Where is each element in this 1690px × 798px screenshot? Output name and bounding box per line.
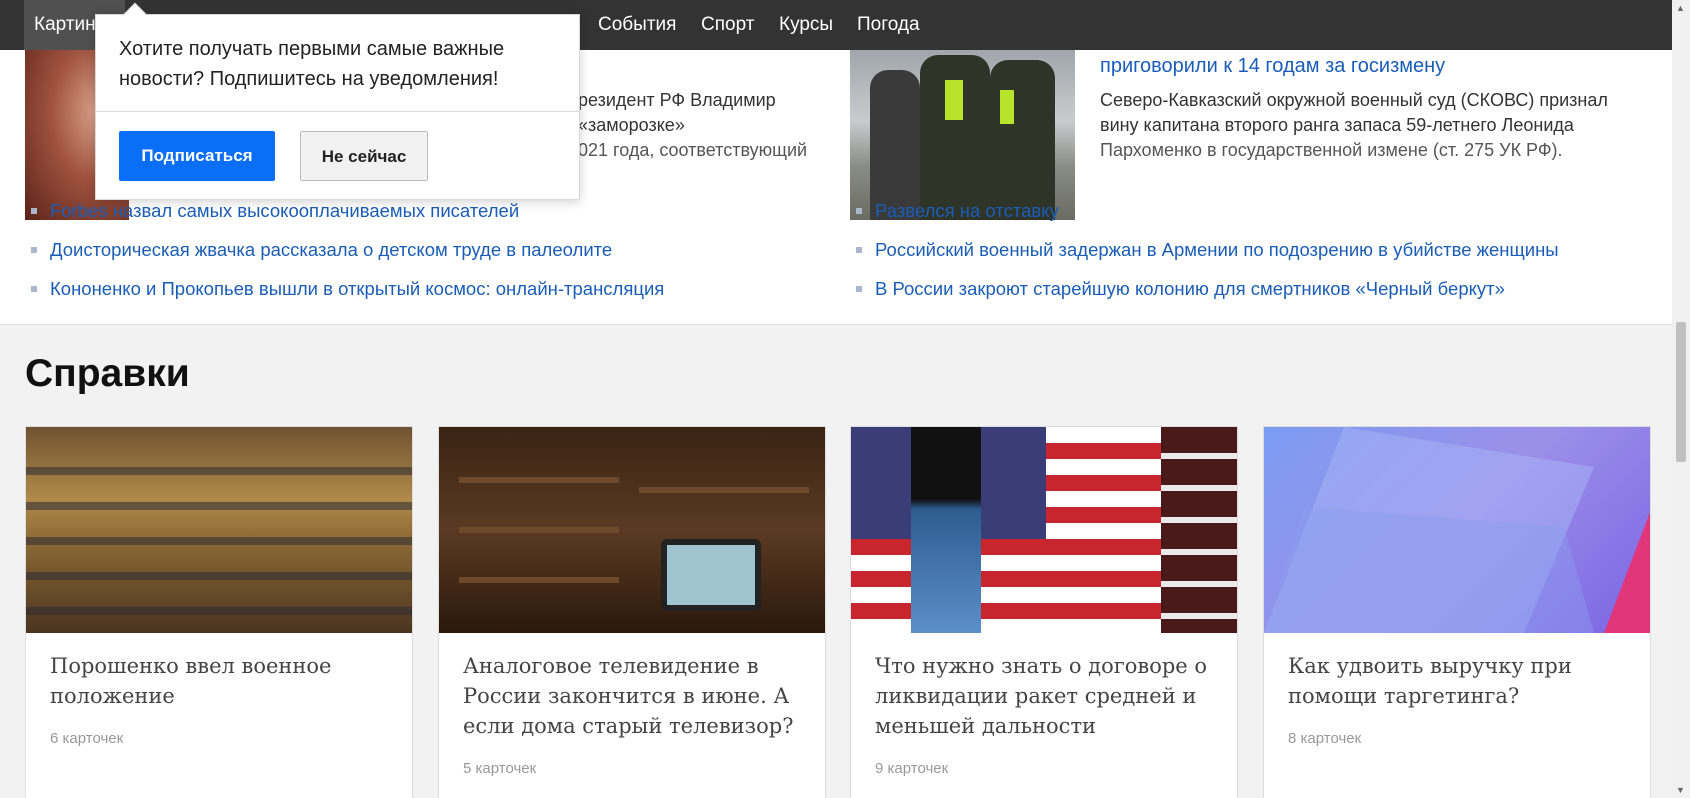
card-title: Как удвоить выручку при помощи таргетинг… xyxy=(1288,654,1572,708)
notification-popup: Хотите получать первыми самые важные нов… xyxy=(95,2,580,200)
reference-card[interactable]: Что нужно знать о договоре о ликвидации … xyxy=(850,426,1238,798)
left-news-list: Forbes назвал самых высокооплачиваемых п… xyxy=(25,191,664,308)
card-image xyxy=(439,427,825,633)
popup-divider xyxy=(96,111,579,112)
scrollbar-thumb[interactable] xyxy=(1676,322,1686,462)
right-lead-title[interactable]: приговорили к 14 годам за госизмену xyxy=(1100,52,1445,80)
card-count: 6 карточек xyxy=(50,730,124,747)
right-lead-text-line1: Северо-Кавказский окружной военный суд (… xyxy=(1100,90,1608,110)
right-lead-text-line2: вину капитана второго ранга запаса 59-ле… xyxy=(1100,115,1574,135)
news-link[interactable]: Доисторическая жвачка рассказала о детск… xyxy=(25,230,664,269)
nav-item-sport[interactable]: Спорт xyxy=(691,0,764,50)
nav-item-weather[interactable]: Погода xyxy=(847,0,930,50)
news-link[interactable]: В России закроют старейшую колонию для с… xyxy=(850,269,1559,308)
card-image xyxy=(26,427,412,633)
nav-item-events[interactable]: События xyxy=(588,0,686,50)
right-news-list: Развелся на отставку Российский военный … xyxy=(850,191,1559,308)
news-link[interactable]: Российский военный задержан в Армении по… xyxy=(850,230,1559,269)
nav-item-rates[interactable]: Курсы xyxy=(769,0,843,50)
not-now-button[interactable]: Не сейчас xyxy=(300,131,428,181)
page-scrollbar[interactable]: ▲ ▼ xyxy=(1672,0,1690,798)
scroll-up-icon[interactable]: ▲ xyxy=(1676,3,1685,13)
card-title: Что нужно знать о договоре о ликвидации … xyxy=(875,654,1208,738)
left-lead-text-line2: «заморозке» xyxy=(578,115,685,135)
card-count: 8 карточек xyxy=(1288,730,1362,747)
reference-card[interactable]: Аналоговое телевидение в России закончит… xyxy=(438,426,826,798)
news-link[interactable]: Развелся на отставку xyxy=(850,191,1559,230)
card-image xyxy=(851,427,1237,633)
card-image xyxy=(1264,427,1650,633)
popup-message: Хотите получать первыми самые важные нов… xyxy=(119,38,505,90)
scroll-down-icon[interactable]: ▼ xyxy=(1676,785,1685,795)
card-title: Аналоговое телевидение в России закончит… xyxy=(463,654,794,738)
card-title: Порошенко ввел военное положение xyxy=(50,654,332,708)
card-count: 5 карточек xyxy=(463,760,537,777)
section-title: Справки xyxy=(25,352,190,395)
card-count: 9 карточек xyxy=(875,760,949,777)
reference-card[interactable]: Как удвоить выручку при помощи таргетинг… xyxy=(1263,426,1651,798)
reference-card[interactable]: Порошенко ввел военное положение 6 карто… xyxy=(25,426,413,798)
subscribe-button[interactable]: Подписаться xyxy=(119,131,275,181)
news-link[interactable]: Кононенко и Прокопьев вышли в открытый к… xyxy=(25,269,664,308)
right-lead-text-line3: Пархоменко в государственной измене (ст.… xyxy=(1100,140,1563,160)
left-lead-text-line1: резидент РФ Владимир xyxy=(578,90,776,110)
left-lead-text-line3: 021 года, соответствующий xyxy=(578,140,808,160)
